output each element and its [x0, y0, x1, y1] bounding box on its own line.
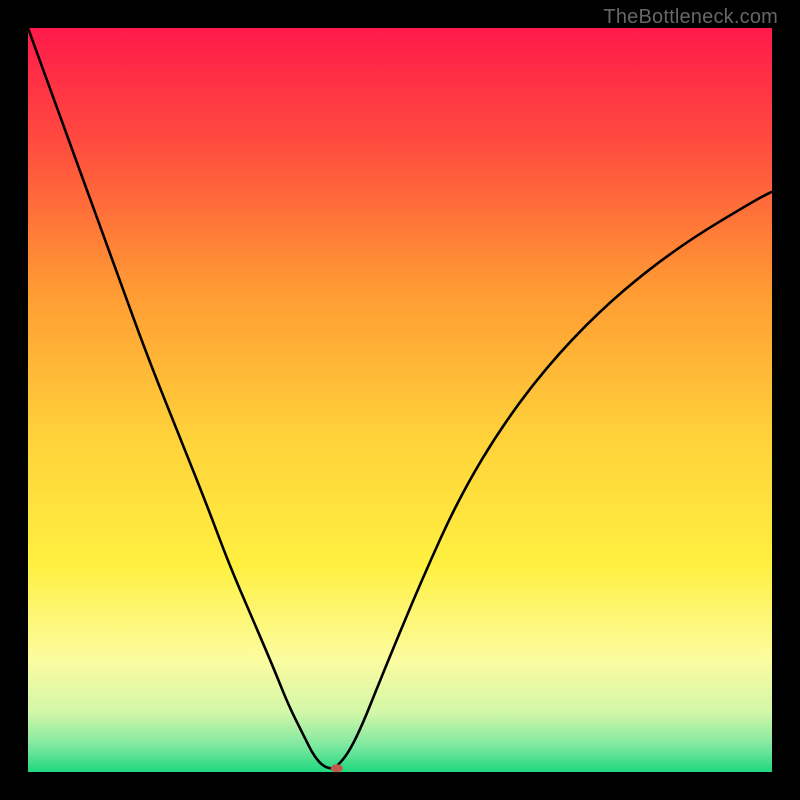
minimum-marker	[331, 764, 343, 772]
watermark-label: TheBottleneck.com	[603, 6, 778, 29]
plot-area	[28, 28, 772, 772]
bottleneck-curve	[28, 28, 772, 768]
chart-frame: TheBottleneck.com	[0, 0, 800, 800]
curve-layer	[28, 28, 772, 772]
